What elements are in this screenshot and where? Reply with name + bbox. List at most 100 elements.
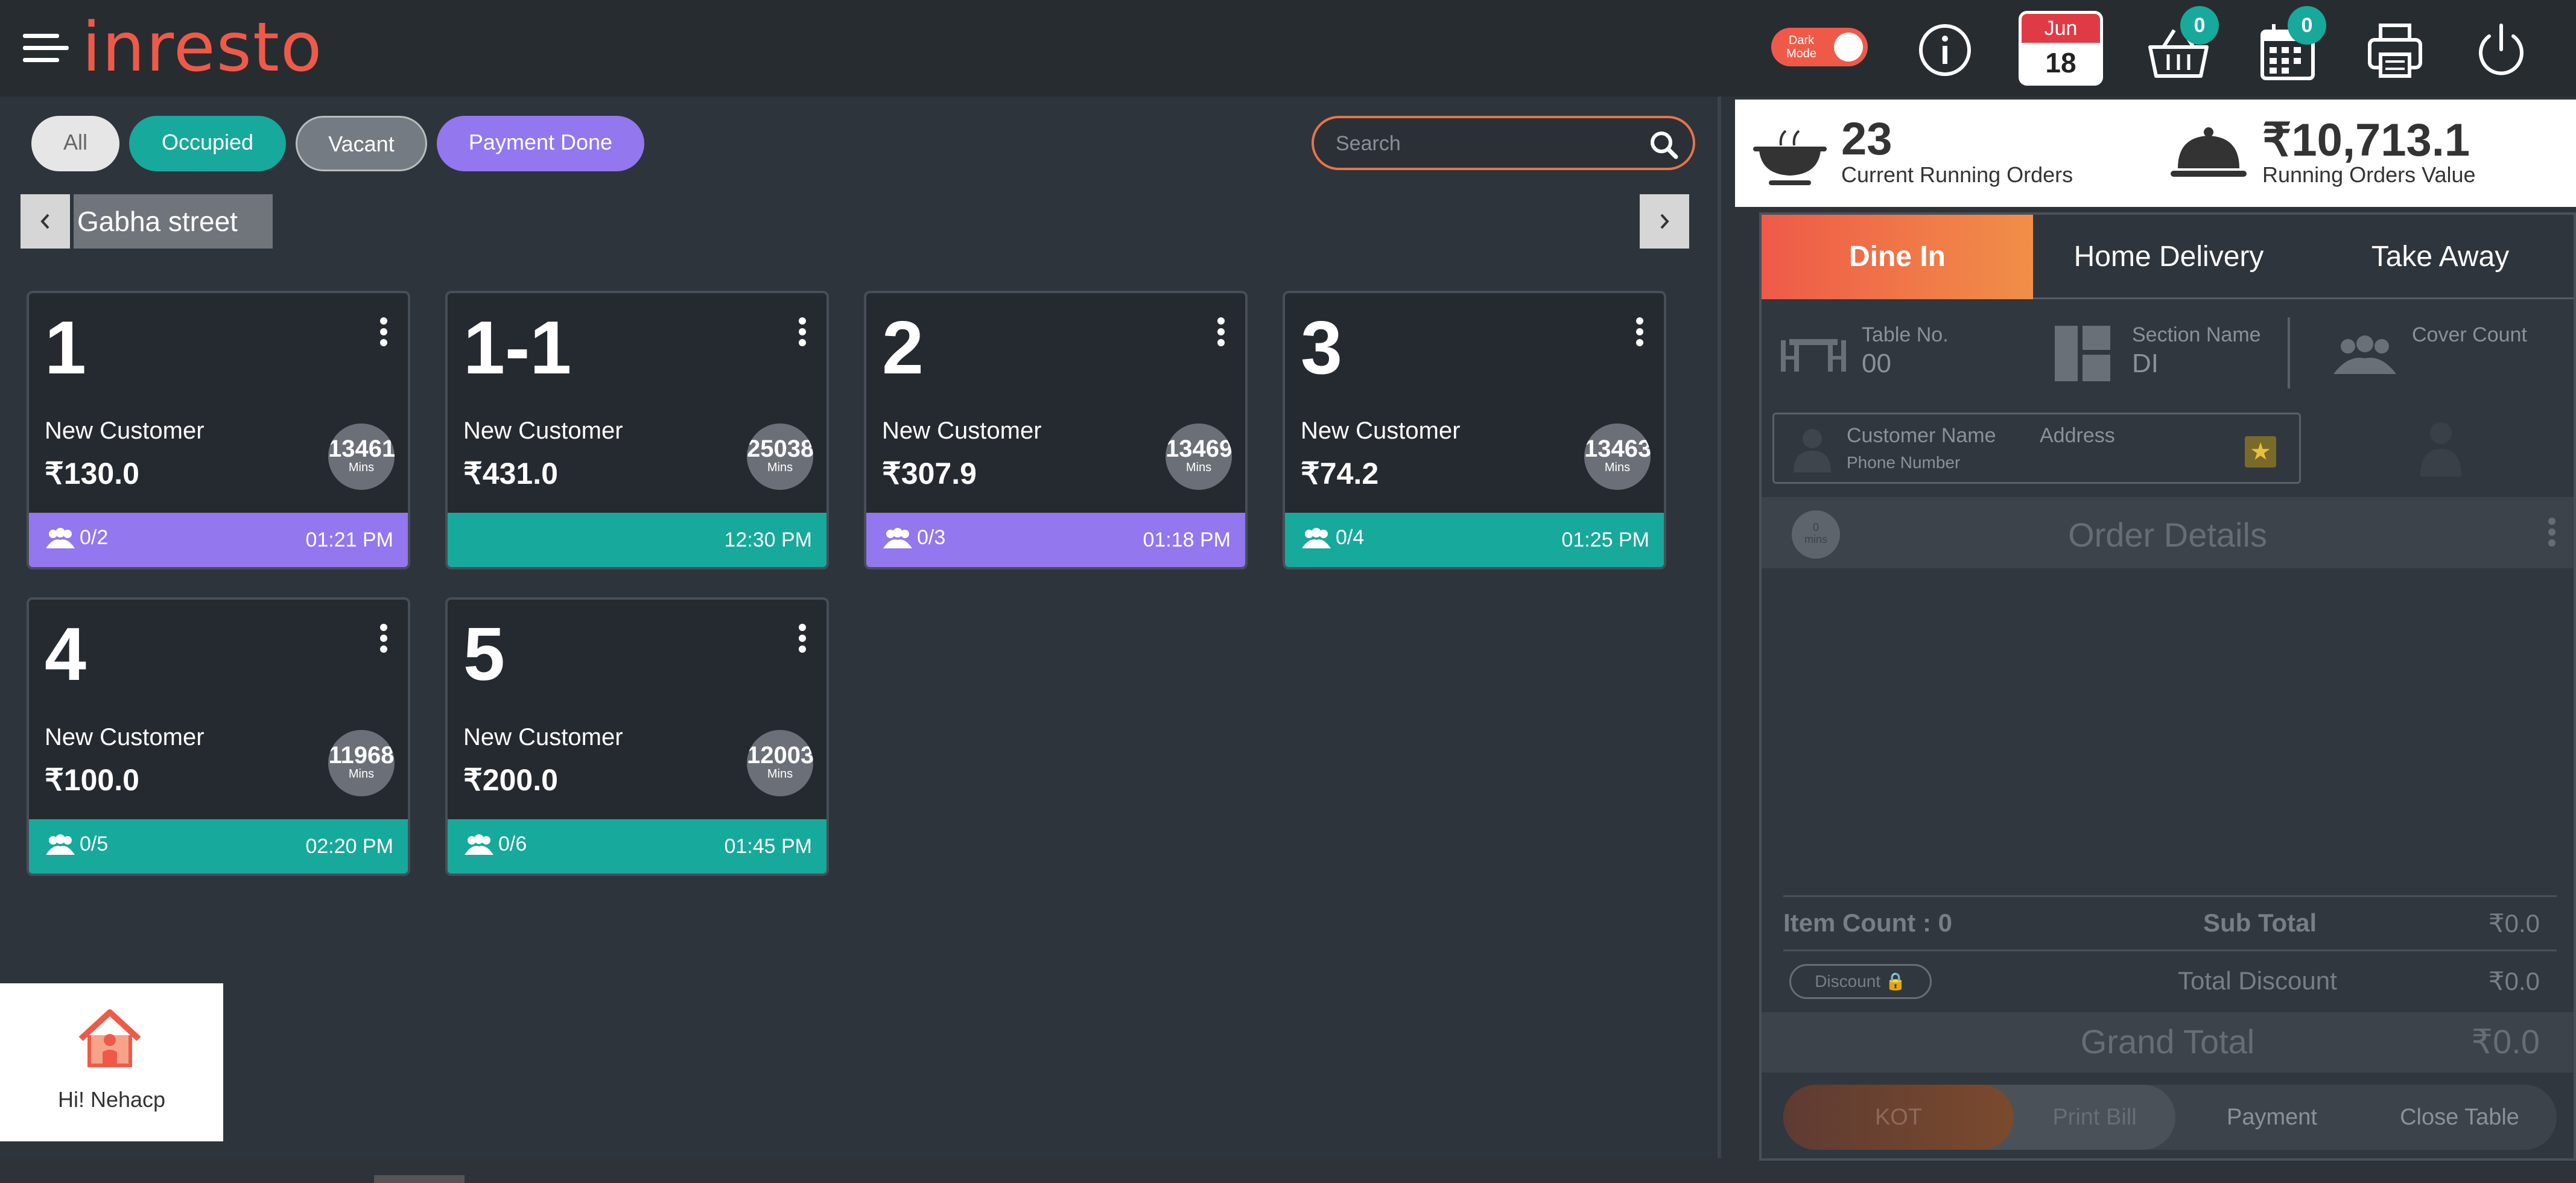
table-amount: ₹100.0 — [45, 763, 139, 797]
search-box — [1312, 116, 1695, 170]
table-menu-icon[interactable] — [380, 317, 389, 346]
elapsed-mins: 25038 — [747, 436, 813, 462]
schedule-badge: 0 — [2288, 6, 2326, 45]
user-greeting: Hi! Nehacp — [57, 1087, 166, 1112]
payment-button[interactable]: Payment — [2181, 1085, 2362, 1150]
table-number: 2 — [882, 306, 924, 390]
divider — [1783, 895, 2557, 897]
search-input[interactable] — [1336, 129, 1637, 158]
table-time: 01:18 PM — [1143, 528, 1231, 551]
section-prev-button[interactable] — [21, 194, 70, 249]
customer-name: New Customer — [463, 417, 623, 444]
table-number: 3 — [1301, 306, 1342, 390]
mins-label: Mins — [1604, 461, 1631, 474]
info-divider — [2288, 317, 2290, 389]
customer-name: New Customer — [1301, 417, 1461, 444]
elapsed-mins-badge: 11968 Mins — [328, 730, 395, 796]
table-menu-icon[interactable] — [1217, 317, 1226, 346]
order-menu-icon[interactable] — [2548, 518, 2557, 550]
customer-name: New Customer — [463, 724, 623, 750]
table-number: 1-1 — [463, 306, 572, 390]
guests-icon — [46, 834, 75, 855]
table-menu-icon[interactable] — [799, 317, 807, 346]
running-orders-count: 23 — [1841, 113, 1892, 165]
mins-label: Mins — [767, 767, 793, 781]
add-customer-icon[interactable] — [2417, 419, 2465, 477]
table-card[interactable]: 2 New Customer ₹307.9 13469 Mins 0/3 01:… — [864, 291, 1248, 569]
address-label: Address — [2040, 424, 2115, 447]
table-menu-icon[interactable] — [1636, 317, 1645, 346]
toggle-knob — [1834, 33, 1863, 62]
table-amount: ₹431.0 — [463, 457, 558, 490]
table-card[interactable]: 5 New Customer ₹200.0 12003 Mins 0/6 01:… — [445, 597, 829, 876]
phone-number-label: Phone Number — [1847, 453, 1961, 472]
elapsed-mins-badge: 13469 Mins — [1166, 423, 1232, 490]
guests-icon — [46, 528, 75, 549]
order-info-row: Table No. 00 Section Name DI Cover Count — [1762, 311, 2574, 408]
tab-dine-in[interactable]: Dine In — [1762, 215, 2033, 299]
tables-panel: All Occupied Vacant Payment Done Gabha s… — [0, 97, 1721, 1158]
filter-occupied[interactable]: Occupied — [129, 116, 286, 171]
power-icon[interactable] — [2472, 17, 2530, 83]
section-name-label: Section Name — [2132, 323, 2261, 346]
table-menu-icon[interactable] — [799, 624, 807, 653]
section-next-button[interactable] — [1640, 194, 1689, 249]
guest-count: 0/3 — [917, 526, 946, 549]
discount-button[interactable]: Discount 🔒 — [1789, 964, 1932, 999]
table-footer: 0/3 01:18 PM — [866, 513, 1245, 567]
running-orders-label: Current Running Orders — [1841, 162, 2073, 187]
mins-label: Mins — [348, 461, 375, 474]
table-footer: 0/2 01:21 PM — [29, 513, 408, 567]
filter-all[interactable]: All — [31, 116, 119, 171]
filter-vacant[interactable]: Vacant — [296, 116, 427, 171]
close-table-button[interactable]: Close Table — [2362, 1085, 2557, 1150]
table-no-label: Table No. — [1862, 323, 1949, 346]
table-time: 01:45 PM — [724, 835, 812, 858]
customer-details-field[interactable]: Customer Name Phone Number Address ★ — [1772, 413, 2301, 484]
menu-icon[interactable] — [23, 30, 69, 66]
printer-icon[interactable] — [2365, 17, 2425, 83]
table-card[interactable]: 4 New Customer ₹100.0 11968 Mins 0/5 02:… — [27, 597, 410, 876]
filter-payment-done[interactable]: Payment Done — [437, 116, 644, 171]
info-icon[interactable] — [1916, 17, 1974, 83]
table-amount: ₹130.0 — [45, 457, 139, 490]
chevron-right-icon — [1660, 214, 1669, 229]
running-orders-value: ₹10,713.1 — [2262, 115, 2470, 166]
table-card[interactable]: 1-1 New Customer ₹431.0 25038 Mins 12:30… — [445, 291, 829, 569]
kot-button[interactable]: KOT — [1783, 1085, 2014, 1150]
section-layout-icon — [2055, 326, 2110, 381]
customer-name: New Customer — [45, 724, 205, 750]
tab-home-delivery[interactable]: Home Delivery — [2033, 215, 2305, 299]
table-menu-icon[interactable] — [380, 624, 389, 653]
table-amount: ₹307.9 — [882, 457, 977, 490]
table-icon — [1781, 339, 1846, 372]
cover-count-label: Cover Count — [2412, 323, 2527, 346]
table-card[interactable]: 3 New Customer ₹74.2 13463 Mins 0/4 01:2… — [1283, 291, 1666, 569]
table-time: 02:20 PM — [305, 835, 393, 858]
serving-cloche-icon — [2171, 127, 2247, 177]
mins-label: Mins — [1185, 461, 1212, 474]
cover-count-icon — [2333, 335, 2396, 374]
dark-mode-label: Dark Mode — [1786, 34, 1817, 60]
guest-count: 0/5 — [80, 833, 109, 855]
tab-take-away[interactable]: Take Away — [2305, 215, 2576, 299]
table-time: 01:25 PM — [1561, 528, 1649, 551]
grand-total-label: Grand Total — [2080, 1023, 2255, 1061]
date-calendar-icon[interactable]: Jun 18 — [2019, 11, 2103, 86]
order-panel: Dine In Home Delivery Take Away Table No… — [1759, 212, 2576, 1161]
star-icon[interactable]: ★ — [2245, 436, 2276, 468]
guests-icon — [465, 834, 493, 855]
user-home-widget[interactable]: Hi! Nehacp — [0, 983, 223, 1141]
horizontal-scrollbar[interactable] — [374, 1175, 465, 1183]
elapsed-mins: 12003 — [747, 742, 813, 769]
search-icon[interactable] — [1648, 129, 1680, 160]
dark-mode-toggle[interactable]: Dark Mode — [1771, 28, 1868, 66]
divider — [1783, 950, 2557, 951]
elapsed-mins-badge: 25038 Mins — [747, 423, 813, 490]
customer-name: New Customer — [45, 417, 205, 444]
table-number: 1 — [45, 306, 86, 390]
order-type-tabs: Dine In Home Delivery Take Away — [1762, 215, 2574, 299]
table-card[interactable]: 1 New Customer ₹130.0 13461 Mins 0/2 01:… — [27, 291, 410, 569]
total-discount-label: Total Discount — [2178, 966, 2337, 995]
item-count: Item Count : 0 — [1783, 909, 1952, 937]
